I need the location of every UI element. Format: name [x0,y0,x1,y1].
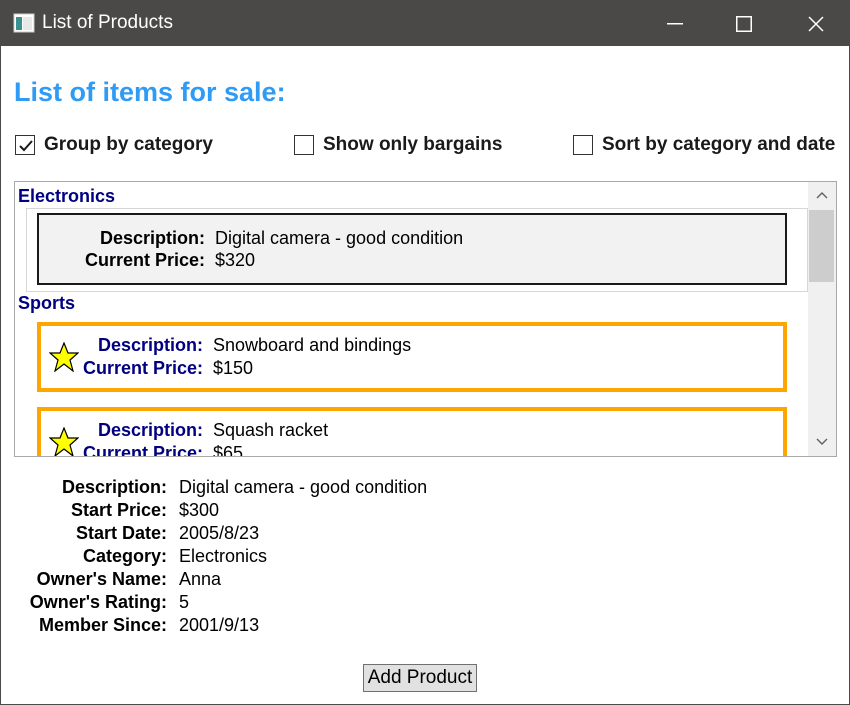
detail-value: Electronics [179,546,268,566]
scroll-down-button[interactable] [808,429,836,456]
detail-value: Anna [179,569,222,589]
detail-row: Owner's Rating: 5 [1,592,601,616]
checkbox-label: Group by category [44,134,213,155]
list-item[interactable]: Description: Squash racket Current Price… [37,407,787,457]
detail-label: Owner's Rating: [29,592,167,612]
checkbox-label: Show only bargains [323,134,503,155]
checkbox-box[interactable] [294,135,314,155]
vertical-scrollbar[interactable] [808,182,836,456]
product-list[interactable]: Electronics Description: Digital camera … [14,181,837,457]
maximize-icon [736,15,752,32]
checkbox-box[interactable] [573,135,593,155]
price-label: Current Price: [82,443,203,457]
detail-value: 2001/9/13 [179,615,260,635]
scroll-thumb[interactable] [809,210,834,282]
close-button[interactable] [787,1,845,46]
group-header-electronics: Electronics [18,186,116,206]
checkbox-label: Sort by category and date [602,134,836,155]
list-item[interactable]: Description: Snowboard and bindings Curr… [37,322,787,392]
detail-row: Member Since: 2001/9/13 [1,615,601,639]
close-icon [808,15,824,32]
detail-row: Category: Electronics [1,546,601,570]
group-by-category-checkbox[interactable]: Group by category [15,133,213,157]
detail-row: Start Date: 2005/8/23 [1,523,601,547]
window-title: List of Products [42,12,173,33]
detail-value: $300 [179,500,220,520]
add-product-button[interactable]: Add Product [363,664,477,692]
detail-row: Owner's Name: Anna [1,569,601,593]
detail-label: Description: [61,477,167,497]
description-value: Snowboard and bindings [213,335,412,355]
description-label: Description: [97,335,203,355]
chevron-down-icon [816,438,828,445]
sort-by-category-date-checkbox[interactable]: Sort by category and date [573,133,835,157]
checkmark-icon [19,140,33,152]
detail-label: Owner's Name: [36,569,167,589]
price-value: $150 [213,358,254,378]
show-only-bargains-checkbox[interactable]: Show only bargains [294,133,502,157]
price-value: $320 [215,250,256,270]
list-item[interactable]: Description: Digital camera - good condi… [37,213,787,285]
detail-row: Start Price: $300 [1,500,601,524]
description-value: Squash racket [213,420,329,440]
page-heading: List of items for sale: [14,77,286,107]
checkbox-box[interactable] [15,135,35,155]
detail-row: Description: Digital camera - good condi… [1,477,601,501]
maximize-button[interactable] [715,1,773,46]
price-label: Current Price: [84,250,205,270]
app-window-icon [13,13,35,33]
price-label: Current Price: [82,358,203,378]
title-bar[interactable]: List of Products [1,1,849,46]
detail-label: Start Price: [70,500,167,520]
minimize-button[interactable] [646,1,704,46]
group-header-sports: Sports [18,293,76,313]
application-window: List of Products List of items for sale:… [0,0,850,705]
description-label: Description: [97,420,203,440]
chevron-up-icon [816,192,828,199]
price-value: $65 [213,443,244,457]
detail-label: Member Since: [38,615,167,635]
detail-label: Category: [82,546,167,566]
scroll-up-button[interactable] [808,182,836,209]
minimize-icon [667,22,683,24]
description-value: Digital camera - good condition [215,228,464,248]
description-label: Description: [99,228,205,248]
detail-value: 2005/8/23 [179,523,260,543]
detail-label: Start Date: [75,523,167,543]
detail-value: Digital camera - good condition [179,477,428,497]
detail-value: 5 [179,592,190,612]
